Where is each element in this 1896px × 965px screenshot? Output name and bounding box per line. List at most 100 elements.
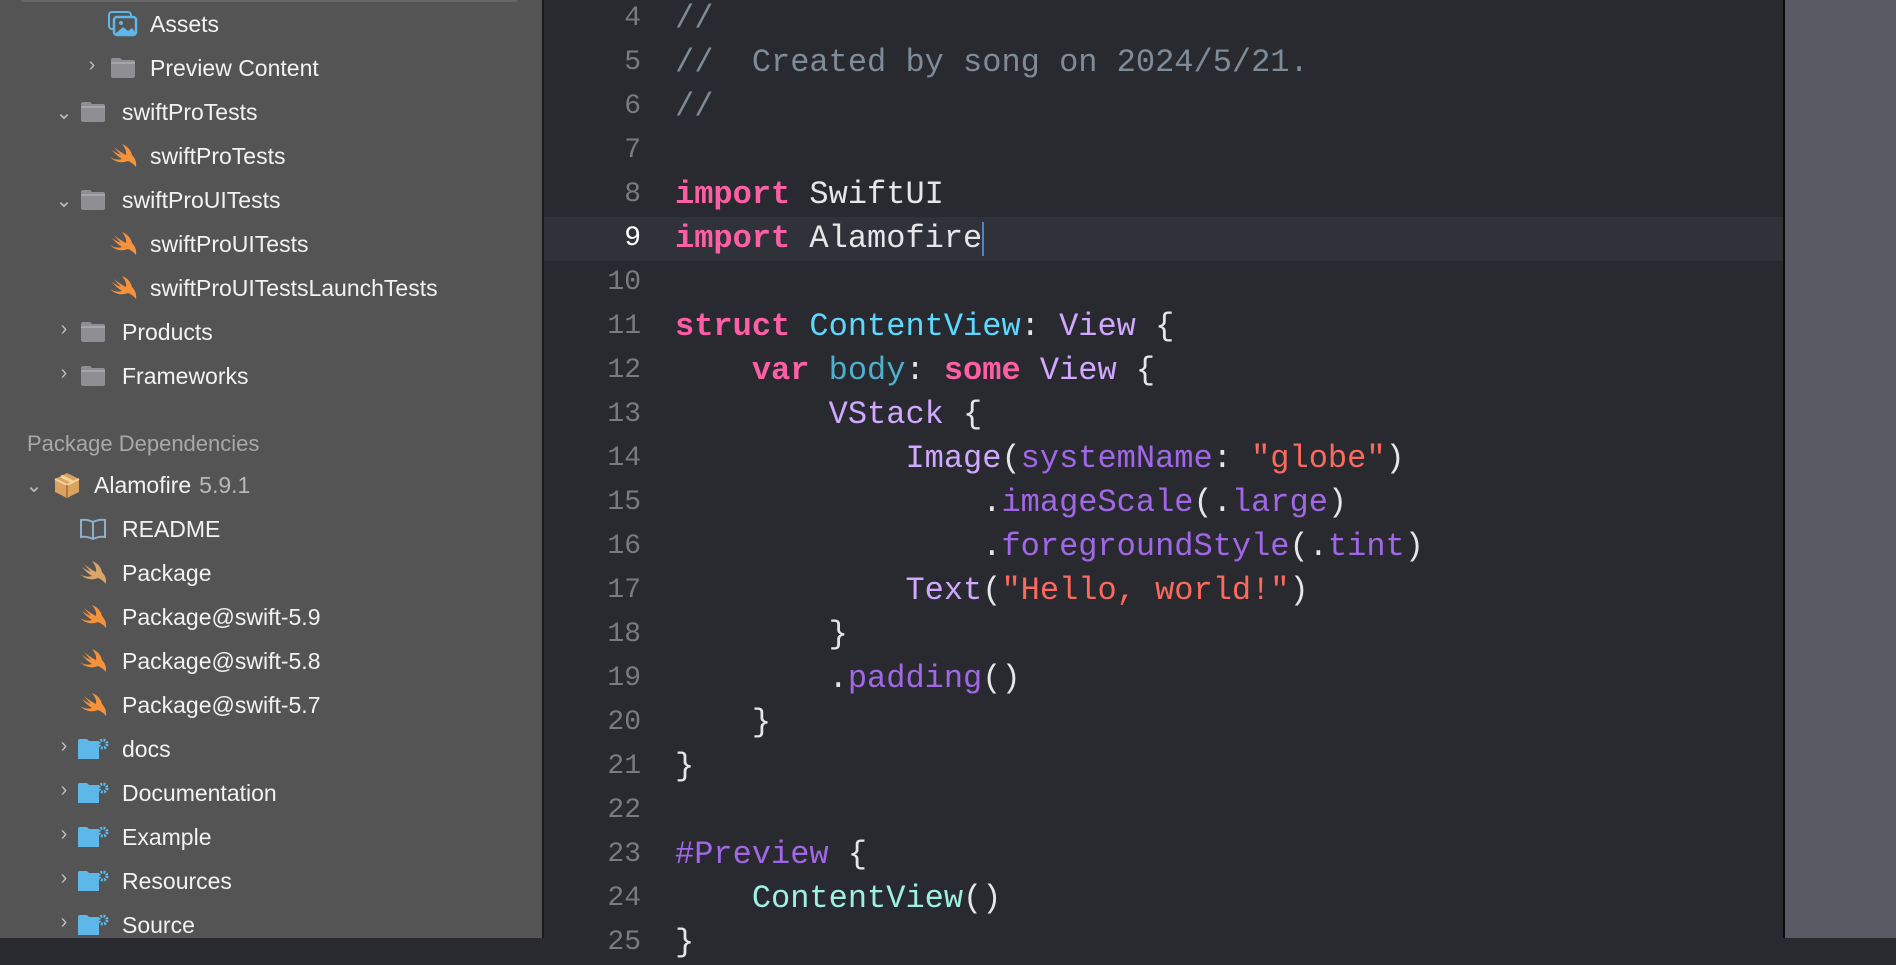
navigator-item-label: swiftProUITests <box>150 230 309 257</box>
navigator-item[interactable]: › Source <box>0 903 542 938</box>
code-text[interactable]: } <box>675 613 848 657</box>
chevron-down-icon[interactable]: ⌄ <box>54 188 74 213</box>
chevron-right-icon[interactable]: › <box>54 735 74 758</box>
line-number: 20 <box>607 707 641 738</box>
code-token-plain: { <box>943 396 983 433</box>
navigator-item[interactable]: › Preview Content <box>0 46 542 90</box>
navigator-item[interactable]: Package <box>0 551 542 595</box>
code-token-method: systemName <box>1020 440 1213 477</box>
code-line[interactable]: 23 #Preview { <box>544 833 1783 877</box>
code-text[interactable]: var body: some View { <box>675 349 1155 393</box>
code-text[interactable]: .padding() <box>675 657 1021 701</box>
code-text[interactable]: import SwiftUI <box>675 173 944 217</box>
code-line[interactable]: 22 <box>544 789 1783 833</box>
chevron-right-icon[interactable]: › <box>54 823 74 846</box>
chevron-right-icon[interactable]: › <box>54 362 74 385</box>
code-editor[interactable]: 4 // 5 // Created by song on 2024/5/21. 6 // 7… <box>544 0 1783 961</box>
code-line[interactable]: 16 .foregroundStyle(.tint) <box>544 525 1783 569</box>
code-text[interactable]: struct ContentView: View { <box>675 305 1174 349</box>
navigator-item[interactable]: › docs <box>0 727 542 771</box>
code-token-plain: { <box>828 836 868 873</box>
code-text[interactable]: // <box>675 85 713 129</box>
navigator-item-label: Frameworks <box>122 362 249 389</box>
code-line[interactable]: 5 // Created by song on 2024/5/21. <box>544 41 1783 85</box>
code-text[interactable]: ContentView() <box>675 877 1002 921</box>
code-line[interactable]: 8 import SwiftUI <box>544 173 1783 217</box>
chevron-right-icon[interactable]: › <box>54 318 74 341</box>
code-line[interactable]: 9 import Alamofire <box>544 217 1783 261</box>
navigator-item[interactable]: › Resources <box>0 859 542 903</box>
code-line[interactable]: 14 Image(systemName: "globe") <box>544 437 1783 481</box>
code-token-method: large <box>1231 484 1328 521</box>
line-number: 10 <box>607 267 641 298</box>
navigator-item[interactable]: swiftProUITests <box>0 222 542 266</box>
line-number: 25 <box>607 927 641 958</box>
code-token-plain: } <box>675 616 848 653</box>
code-text[interactable]: import Alamofire <box>675 217 985 261</box>
navigator-item[interactable]: Package@swift-5.8 <box>0 639 542 683</box>
code-text[interactable]: } <box>675 745 694 789</box>
code-line[interactable]: 10 <box>544 261 1783 305</box>
code-token-plain: . <box>675 484 1002 521</box>
code-text[interactable]: Text("Hello, world!") <box>675 569 1308 613</box>
swift-file-icon <box>76 647 110 675</box>
code-text[interactable]: .foregroundStyle(.tint) <box>675 525 1424 569</box>
code-line[interactable]: 15 .imageScale(.large) <box>544 481 1783 525</box>
navigator-item[interactable]: › Products <box>0 310 542 354</box>
code-line[interactable]: 4 // <box>544 0 1783 41</box>
chevron-right-icon[interactable]: › <box>54 911 74 934</box>
line-number: 8 <box>624 179 641 210</box>
code-token-plain: ) <box>1385 440 1405 477</box>
navigator-item[interactable]: › Documentation <box>0 771 542 815</box>
navigator-item[interactable]: › Example <box>0 815 542 859</box>
navigator-item[interactable]: swiftProTests <box>0 134 542 178</box>
navigator-item[interactable]: Package@swift-5.9 <box>0 595 542 639</box>
navigator-item[interactable]: Package@swift-5.7 <box>0 683 542 727</box>
code-token-plain: } <box>675 704 772 741</box>
code-text[interactable]: } <box>675 701 771 745</box>
chevron-right-icon[interactable]: › <box>54 779 74 802</box>
navigator-item[interactable]: ⌄ swiftProUITests <box>0 178 542 222</box>
code-text[interactable]: VStack { <box>675 393 983 437</box>
navigator-item-label: Package <box>122 559 212 586</box>
code-line[interactable]: 24 ContentView() <box>544 877 1783 921</box>
swift-file-icon <box>106 142 140 170</box>
navigator-item[interactable]: swiftProUITestsLaunchTests <box>0 266 542 310</box>
line-number: 5 <box>624 47 641 78</box>
blue-folder-icon <box>76 867 110 895</box>
navigator-item-label: Package@swift-5.9 <box>122 603 321 630</box>
code-line[interactable]: 21} <box>544 745 1783 789</box>
chevron-right-icon[interactable]: › <box>82 54 102 77</box>
asset-catalog-icon <box>106 10 140 38</box>
code-text[interactable]: } <box>675 921 694 965</box>
chevron-down-icon[interactable]: ⌄ <box>24 473 44 498</box>
navigator-item-label: Source <box>122 911 195 938</box>
chevron-right-icon[interactable]: › <box>54 867 74 890</box>
code-line[interactable]: 7 <box>544 129 1783 173</box>
navigator-item[interactable]: ⌄ swiftProTests <box>0 90 542 134</box>
code-line[interactable]: 18 } <box>544 613 1783 657</box>
folder-icon <box>76 98 110 126</box>
line-number: 4 <box>624 3 641 34</box>
code-text[interactable]: // Created by song on 2024/5/21. <box>675 41 1309 85</box>
chevron-down-icon[interactable]: ⌄ <box>54 100 74 125</box>
package-alamofire[interactable]: ⌄ Alamofire 5.9.1 <box>0 463 542 507</box>
code-line[interactable]: 6 // <box>544 85 1783 129</box>
code-line[interactable]: 25} <box>544 921 1783 965</box>
code-text[interactable]: Image(systemName: "globe") <box>675 437 1405 481</box>
line-number: 16 <box>607 531 641 562</box>
code-text[interactable]: #Preview { <box>675 833 867 877</box>
code-text[interactable]: // <box>675 0 713 41</box>
code-token-comment: // <box>675 0 714 37</box>
code-line[interactable]: 19 .padding() <box>544 657 1783 701</box>
code-line[interactable]: 20 } <box>544 701 1783 745</box>
code-line[interactable]: 13 VStack { <box>544 393 1783 437</box>
navigator-item[interactable]: Assets <box>0 2 542 46</box>
navigator-item[interactable]: › Frameworks <box>0 354 542 398</box>
code-text[interactable]: .imageScale(.large) <box>675 481 1347 525</box>
code-line[interactable]: 11 struct ContentView: View { <box>544 305 1783 349</box>
code-line[interactable]: 17 Text("Hello, world!") <box>544 569 1783 613</box>
navigator-item[interactable]: README <box>0 507 542 551</box>
code-line[interactable]: 12 var body: some View { <box>544 349 1783 393</box>
